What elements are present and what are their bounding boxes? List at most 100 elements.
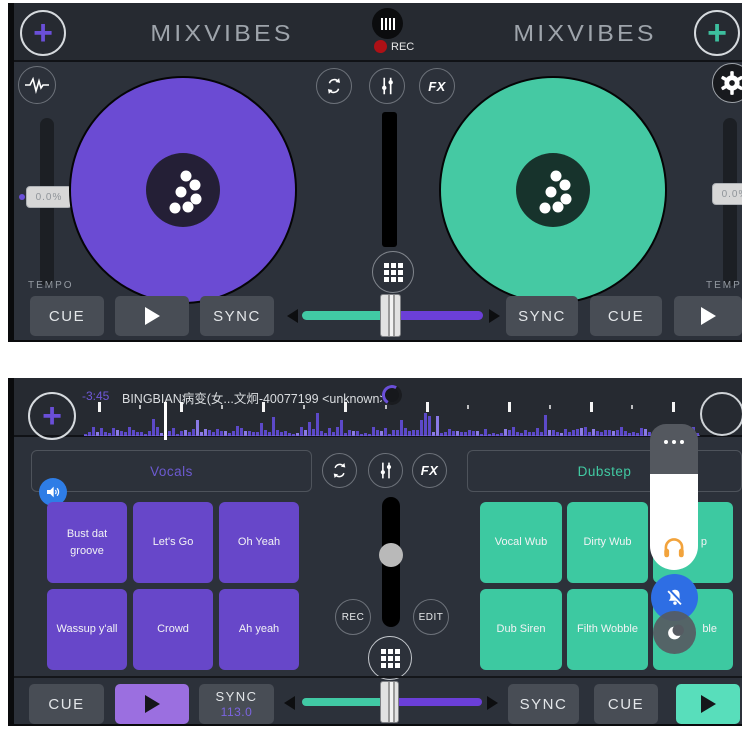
volume-slider-top[interactable]: [382, 112, 397, 247]
transport-divider: [14, 676, 742, 678]
bpm-value: 113.0: [221, 705, 253, 719]
play-button-sampler-left[interactable]: [115, 684, 189, 724]
sync-button-deck-right[interactable]: SYNC: [506, 296, 578, 336]
waveform-display[interactable]: [84, 400, 700, 436]
pad-label: Oh Yeah: [238, 534, 280, 551]
tempo-label-right: TEMPO: [706, 280, 742, 291]
play-icon: [701, 695, 716, 713]
play-icon: [701, 307, 716, 325]
app-title-right: MIXVIBES: [482, 20, 687, 47]
cue-button-deck-right[interactable]: CUE: [590, 296, 662, 336]
sample-pad[interactable]: Dirty Wub: [567, 502, 648, 583]
edit-button[interactable]: EDIT: [413, 599, 449, 635]
loop-button-sampler[interactable]: [322, 453, 357, 488]
waveform-toggle-button[interactable]: [18, 66, 56, 104]
sync-label: SYNC: [215, 689, 257, 705]
crossfader-handle-top[interactable]: [380, 294, 401, 337]
mixvibes-dots-logo: [146, 153, 220, 227]
add-track-button-sampler[interactable]: +: [28, 392, 76, 440]
crossfader-arrow-left: [284, 696, 295, 710]
sync-button-sampler-left[interactable]: SYNC 113.0: [199, 684, 274, 724]
sample-pad[interactable]: Vocal Wub: [480, 502, 562, 583]
add-track-button-right[interactable]: +: [694, 10, 740, 56]
play-button-deck-left[interactable]: [115, 296, 189, 336]
bank-name-left: Vocals: [150, 464, 193, 479]
loop-icon: [329, 460, 350, 481]
plus-icon: +: [707, 16, 727, 50]
grid-icon: [381, 649, 400, 668]
sample-pad[interactable]: Oh Yeah: [219, 502, 299, 583]
overlay-more-handle[interactable]: [650, 424, 698, 474]
do-not-disturb-button[interactable]: [653, 611, 696, 654]
sampler-volume-knob[interactable]: [379, 543, 403, 567]
sample-pad[interactable]: Bust dat groove: [47, 502, 127, 583]
deck-platter-left[interactable]: [69, 76, 297, 304]
speaker-icon: [45, 484, 61, 500]
cue-button-sampler-right[interactable]: CUE: [594, 684, 658, 724]
deck-platter-right[interactable]: [439, 76, 667, 304]
sync-button-sampler-right[interactable]: SYNC: [508, 684, 579, 724]
pad-view-button-sampler[interactable]: [368, 636, 412, 680]
tempo-handle-left[interactable]: 0.0%: [26, 186, 72, 208]
bars-icon: [381, 18, 395, 30]
loop-button-top[interactable]: [316, 68, 352, 104]
tempo-value-right: 0.0%: [722, 189, 742, 200]
fx-label-sampler: FX: [421, 463, 439, 478]
overlay-panel[interactable]: [650, 474, 698, 570]
fx-button-sampler[interactable]: FX: [412, 453, 447, 488]
pad-label: Filth Wobble: [577, 621, 638, 638]
play-button-deck-right[interactable]: [674, 296, 742, 336]
waveform-playhead: [164, 402, 167, 440]
settings-button[interactable]: [712, 63, 742, 103]
gear-icon: [719, 70, 742, 96]
bank-selector-left[interactable]: Vocals: [31, 450, 312, 492]
tempo-value-left: 0.0%: [36, 192, 63, 203]
pad-label: Ah yeah: [239, 621, 279, 638]
moon-icon: [664, 622, 686, 644]
sample-pad[interactable]: Wassup y'all: [47, 589, 127, 670]
mixer-button-top[interactable]: [369, 68, 405, 104]
sample-pad[interactable]: Crowd: [133, 589, 213, 670]
crossfader-arrow-right: [489, 309, 500, 323]
pad-label: Bust dat groove: [51, 526, 123, 559]
ellipsis-icon: [664, 440, 684, 474]
pad-label: Crowd: [157, 621, 189, 638]
tempo-label-left: TEMPO: [28, 280, 74, 291]
bank-name-right: Dubstep: [578, 464, 632, 479]
deck-panel: + MIXVIBES REC MIXVIBES + 0.0% TEMPO: [8, 3, 742, 342]
sample-pad[interactable]: Dub Siren: [480, 589, 562, 670]
bank-selector-right[interactable]: Dubstep: [467, 450, 742, 492]
mixer-button-sampler[interactable]: [368, 453, 403, 488]
pad-label: ble: [702, 621, 717, 638]
record-indicator[interactable]: [374, 40, 387, 53]
sample-pad[interactable]: Ah yeah: [219, 589, 299, 670]
fx-button-top[interactable]: FX: [419, 68, 455, 104]
tempo-zero-dot-left: [19, 194, 25, 200]
play-icon: [145, 307, 160, 325]
app-title-left: MIXVIBES: [119, 20, 324, 47]
rec-label: REC: [391, 41, 414, 53]
level-meter-button[interactable]: [372, 8, 403, 39]
play-button-sampler-right[interactable]: [676, 684, 740, 724]
sample-pad[interactable]: Let's Go: [133, 502, 213, 583]
mixvibes-app: + MIXVIBES REC MIXVIBES + 0.0% TEMPO: [0, 0, 742, 729]
crossfader-handle-sampler[interactable]: [380, 681, 399, 723]
cue-button-sampler-left[interactable]: CUE: [29, 684, 104, 724]
pad-label: Wassup y'all: [57, 621, 118, 638]
pad-label: Dirty Wub: [583, 534, 631, 551]
sync-button-deck-left[interactable]: SYNC: [200, 296, 274, 336]
pulse-icon: [24, 76, 50, 94]
rec-button[interactable]: REC: [335, 599, 371, 635]
jog-circle[interactable]: [700, 392, 742, 436]
tempo-handle-right[interactable]: 0.0%: [712, 183, 742, 205]
add-track-button-left[interactable]: +: [20, 10, 66, 56]
cue-button-deck-left[interactable]: CUE: [30, 296, 104, 336]
loop-icon: [323, 75, 345, 97]
mixvibes-dots-logo: [516, 153, 590, 227]
plus-icon: +: [42, 399, 62, 433]
sample-pad[interactable]: Filth Wobble: [567, 589, 648, 670]
pad-label: p: [701, 534, 707, 551]
platter-hub-right: [516, 153, 590, 227]
pad-view-button-top[interactable]: [372, 251, 414, 293]
bell-slash-icon: [664, 587, 686, 609]
